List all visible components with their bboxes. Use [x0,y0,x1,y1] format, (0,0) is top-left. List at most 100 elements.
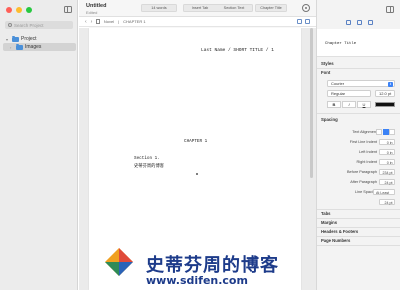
first-line-indent-label: First Line Indent [349,140,377,144]
left-indent-field[interactable]: 0 in [379,149,395,155]
search-input[interactable] [14,22,69,28]
text-alignment-row: Text Alignment [317,129,400,136]
right-indent-field[interactable]: 0 in [379,159,395,165]
search-field[interactable] [5,21,73,29]
breadcrumb-chapter[interactable]: CHAPTER 1 [123,19,145,24]
tabs-section[interactable]: Tabs [321,211,330,216]
line-spacing-value-field[interactable]: 24 pt [379,199,395,205]
style-preview-text: Chapter Title [325,42,357,46]
headers-footers-section[interactable]: Headers & Footers [321,229,358,234]
text-color-well[interactable] [375,102,395,107]
watermark-logo-icon [105,248,133,276]
editor-scrollbar[interactable] [310,28,313,290]
inspector-toggle-icon[interactable] [386,6,394,13]
align-left-button[interactable] [376,129,382,135]
document-title: Untitled [86,3,107,9]
text-style-buttons: B I U [327,101,371,108]
sidebar: ▾ Project › Images [0,0,78,290]
italic-button[interactable]: I [342,101,356,108]
body-text[interactable]: 史蒂芬周的博客 [134,163,164,169]
image-tab-icon[interactable] [367,19,373,25]
line-spacing-mode-select[interactable]: At Least [373,189,395,195]
zoom-window-button[interactable] [26,7,32,13]
section-text-button[interactable]: Section Text [224,6,245,10]
before-paragraph-label: Before Paragraph [347,170,377,174]
divider [317,218,400,219]
margins-section[interactable]: Margins [321,220,337,225]
spacing-header[interactable]: Spacing [321,117,338,122]
document-status: Edited [86,9,98,15]
close-window-button[interactable] [6,7,12,13]
before-paragraph-field[interactable]: 234 pt [379,169,395,175]
watermark-url: www.sdifen.com [146,274,248,287]
styles-header[interactable]: Styles [321,61,334,66]
left-indent-label: Left Indent [359,150,377,154]
editor-actions [297,19,310,24]
divider [317,245,400,246]
notes-tab-icon[interactable] [356,19,362,25]
after-paragraph-field[interactable]: 24 pt [379,179,395,185]
font-weight-select[interactable]: Regular [327,90,371,97]
first-line-indent-row: First Line Indent 0 in [317,139,400,146]
breadcrumb: ‹ › Novel | CHAPTER 1 [79,17,316,27]
tree-item-label: Project [21,36,37,42]
tree-item-images[interactable]: › Images [3,43,76,51]
folder-icon [12,35,19,42]
breadcrumb-separator: | [118,19,120,24]
alignment-buttons [376,129,395,135]
text-alignment-label: Text Alignment [352,130,377,134]
divider [317,209,400,210]
chevron-right-icon[interactable]: › [10,45,14,50]
sidebar-toggle-icon[interactable] [64,6,72,13]
document-icon [96,19,100,24]
left-indent-row: Left Indent 0 in [317,149,400,156]
divider [317,113,400,114]
page-header: Last Name / SHORT TITLE / 1 [201,48,274,53]
font-family-select[interactable]: Courier ⇕ [327,80,395,87]
style-preview: Chapter Title [317,29,400,57]
window-controls [6,7,32,13]
right-indent-label: Right Indent [356,160,377,164]
format-tab-icon[interactable] [345,19,351,25]
split-view-icon[interactable] [297,19,302,24]
section-heading[interactable]: Section 1. [134,156,160,161]
inspector-panel: Chapter Title Styles Font Courier ⇕ Regu… [316,0,400,290]
font-header[interactable]: Font [321,70,330,75]
font-family-value: Courier [331,81,345,86]
inspector-tabs [317,17,400,27]
first-line-indent-field[interactable]: 0 in [379,139,395,145]
chevron-updown-icon: ⇕ [388,82,393,87]
font-size-field[interactable]: 12.0 pt [375,90,395,97]
chapter-heading[interactable]: CHAPTER 1 [184,139,207,144]
forward-arrow-icon[interactable]: › [91,19,93,25]
chevron-down-icon[interactable]: ▾ [6,37,10,42]
page-view-icon[interactable] [305,19,310,24]
tree-item-project[interactable]: ▾ Project [3,35,76,43]
divider [317,68,400,69]
after-paragraph-row: After Paragraph 24 pt [317,179,400,186]
gear-icon[interactable] [302,4,310,12]
bold-button[interactable]: B [327,101,341,108]
after-paragraph-label: After Paragraph [350,180,377,184]
word-count-display[interactable]: 14 words [141,4,177,12]
underline-button[interactable]: U [357,101,371,108]
align-right-button[interactable] [389,129,395,135]
font-size-value: 12.0 pt [379,91,392,96]
back-arrow-icon[interactable]: ‹ [85,19,87,25]
chapter-title-style-button[interactable]: Chapter Title [255,4,287,12]
align-center-button[interactable] [382,129,389,135]
divider [317,236,400,237]
line-spacing-value-row: 24 pt [317,199,400,206]
minimize-window-button[interactable] [16,7,22,13]
before-paragraph-row: Before Paragraph 234 pt [317,169,400,176]
insert-group: Insert Tab Section Text [183,4,253,12]
line-spacing-row: Line Spacing At Least [317,189,400,196]
folder-icon [16,43,23,50]
right-indent-row: Right Indent 0 in [317,159,400,166]
page-numbers-section[interactable]: Page Numbers [321,238,350,243]
insert-tab-button[interactable]: Insert Tab [192,6,209,10]
breadcrumb-novel[interactable]: Novel [104,19,114,24]
tree-item-label: Images [25,44,42,50]
text-cursor [196,173,198,175]
scrollbar-thumb[interactable] [310,28,313,178]
